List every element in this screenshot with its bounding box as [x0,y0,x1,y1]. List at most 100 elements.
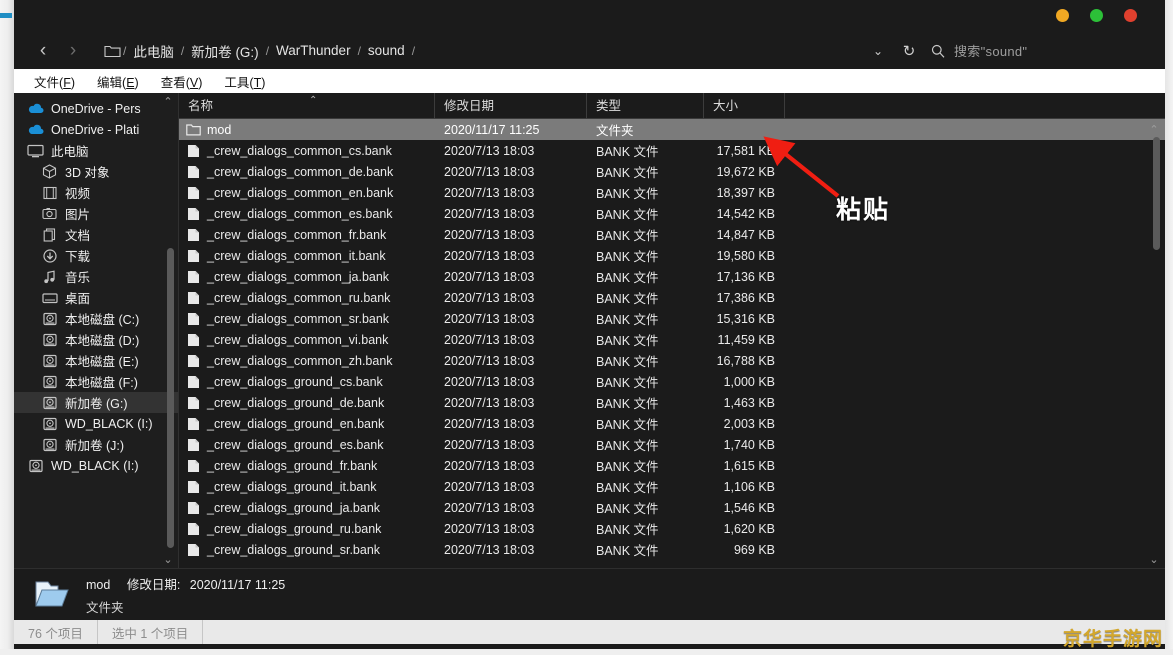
sort-ascending-icon: ⌃ [309,93,317,114]
filelist-scroll-down-icon[interactable]: ⌄ [1147,553,1161,566]
cell-name: _crew_dialogs_ground_it.bank [179,479,435,494]
table-row[interactable]: _crew_dialogs_common_de.bank2020/7/13 18… [179,161,1165,182]
sidebar-item-3[interactable]: 3D 对象 [14,161,178,182]
table-row[interactable]: _crew_dialogs_ground_ja.bank2020/7/13 18… [179,497,1165,518]
sidebar-item-5[interactable]: 图片 [14,203,178,224]
window-right-margin [1165,0,1173,655]
sidebar-item-label: 桌面 [65,288,90,307]
menu-item-file[interactable]: 文件(F) [23,72,86,91]
back-button[interactable]: ‹ [28,36,58,66]
table-row[interactable]: _crew_dialogs_common_en.bank2020/7/13 18… [179,182,1165,203]
sidebar-item-label: OneDrive - Pers [51,102,141,116]
sidebar-item-0[interactable]: OneDrive - Pers [14,98,178,119]
cell-date: 2020/7/13 18:03 [435,207,587,221]
cell-name: _crew_dialogs_ground_cs.bank [179,374,435,389]
breadcrumb-item-0[interactable]: 此电脑 [126,41,181,61]
breadcrumb-item-2[interactable]: WarThunder [269,43,358,58]
cell-size: 1,106 KB [704,480,785,494]
breadcrumb-separator: / [412,44,415,58]
search-icon [931,44,945,58]
table-row[interactable]: _crew_dialogs_ground_cs.bank2020/7/13 18… [179,371,1165,392]
table-row[interactable]: _crew_dialogs_common_ru.bank2020/7/13 18… [179,287,1165,308]
sidebar-item-16[interactable]: 新加卷 (J:) [14,434,178,455]
sidebar-item-8[interactable]: 音乐 [14,266,178,287]
table-row[interactable]: _crew_dialogs_common_vi.bank 2020/7/13 18… [179,329,1165,350]
cell-name: _crew_dialogs_common_en.bank [179,185,435,200]
menu-item-edit[interactable]: 编辑(E) [86,72,150,91]
file-name: _crew_dialogs_common_vi.bank [207,333,388,347]
table-row[interactable]: _crew_dialogs_common_ja.bank2020/7/13 18… [179,266,1165,287]
sidebar-item-17[interactable]: WD_BLACK (I:) [14,455,178,476]
breadcrumb-item-3[interactable]: sound [361,43,412,58]
table-row[interactable]: _crew_dialogs_ground_de.bank2020/7/13 18… [179,392,1165,413]
table-row[interactable]: _crew_dialogs_common_cs.bank2020/7/13 18… [179,140,1165,161]
column-header-date[interactable]: 修改日期 [435,93,587,119]
sidebar-item-label: WD_BLACK (I:) [51,459,139,473]
sidebar-scrollbar-thumb[interactable] [167,248,174,548]
table-row[interactable]: _crew_dialogs_common_zh.bank2020/7/13 18… [179,350,1165,371]
breadcrumb[interactable]: / 此电脑 / 新加卷 (G:) / WarThunder / sound / [104,41,415,61]
refresh-icon[interactable]: ↻ [893,32,925,69]
table-row[interactable]: _crew_dialogs_common_sr.bank2020/7/13 18… [179,308,1165,329]
file-icon [186,395,201,410]
sidebar-item-13[interactable]: 本地磁盘 (F:) [14,371,178,392]
titlebar [14,0,1165,32]
table-row[interactable]: _crew_dialogs_ground_fr.bank2020/7/13 18… [179,455,1165,476]
search-input[interactable]: 搜索"sound" [925,38,1155,64]
cell-size: 11,459 KB [704,333,785,347]
column-header-name[interactable]: 名称 ⌃ [179,93,435,119]
sidebar-scroll-up-icon[interactable]: ⌃ [161,95,175,108]
cell-name: _crew_dialogs_ground_sr.bank [179,542,435,557]
breadcrumb-item-1[interactable]: 新加卷 (G:) [184,41,266,61]
cell-type: BANK 文件 [587,477,704,496]
sidebar-item-12[interactable]: 本地磁盘 (E:) [14,350,178,371]
file-icon [186,437,201,452]
chevron-down-icon[interactable]: ⌄ [863,32,893,69]
sidebar-item-7[interactable]: 下载 [14,245,178,266]
forward-button[interactable]: › [58,36,88,66]
cell-type: BANK 文件 [587,351,704,370]
filelist-scroll-up-icon[interactable]: ⌃ [1147,123,1161,136]
menu-item-tools[interactable]: 工具(T) [213,72,276,91]
table-row[interactable]: _crew_dialogs_ground_sr.bank2020/7/13 18… [179,539,1165,560]
file-icon [186,269,201,284]
table-row[interactable]: _crew_dialogs_common_it.bank2020/7/13 18… [179,245,1165,266]
column-header-type[interactable]: 类型 [587,93,704,119]
details-date-label: 修改日期: [127,578,180,592]
sidebar-scroll-down-icon[interactable]: ⌄ [161,553,175,566]
cell-type: BANK 文件 [587,246,704,265]
sidebar-item-4[interactable]: 视频 [14,182,178,203]
onedrive-icon [26,101,45,117]
close-button[interactable] [1124,9,1137,22]
table-row[interactable]: _crew_dialogs_ground_ru.bank2020/7/13 18… [179,518,1165,539]
menu-item-view[interactable]: 查看(V) [150,72,214,91]
sidebar-item-10[interactable]: 本地磁盘 (C:) [14,308,178,329]
cell-date: 2020/7/13 18:03 [435,333,587,347]
table-row[interactable]: _crew_dialogs_ground_es.bank2020/7/13 18… [179,434,1165,455]
maximize-button[interactable] [1090,9,1103,22]
sidebar-item-11[interactable]: 本地磁盘 (D:) [14,329,178,350]
minimize-button[interactable] [1056,9,1069,22]
sidebar-item-6[interactable]: 文档 [14,224,178,245]
status-filler [203,620,1165,644]
file-name: _crew_dialogs_ground_it.bank [207,480,377,494]
sidebar-item-14[interactable]: 新加卷 (G:) [14,392,178,413]
menu-bar: 文件(F) 编辑(E) 查看(V) 工具(T) [14,69,1165,93]
cell-date: 2020/7/13 18:03 [435,228,587,242]
table-row[interactable]: _crew_dialogs_ground_it.bank2020/7/13 18… [179,476,1165,497]
filelist-scrollbar-thumb[interactable] [1153,137,1160,250]
sidebar-item-15[interactable]: WD_BLACK (I:) [14,413,178,434]
table-row[interactable]: mod2020/11/17 11:25文件夹 [179,119,1165,140]
file-icon [186,143,201,158]
file-icon [186,374,201,389]
sidebar-item-1[interactable]: OneDrive - Plati [14,119,178,140]
cell-date: 2020/7/13 18:03 [435,438,587,452]
table-row[interactable]: _crew_dialogs_ground_en.bank2020/7/13 18… [179,413,1165,434]
sidebar-item-9[interactable]: 桌面 [14,287,178,308]
table-row[interactable]: _crew_dialogs_common_fr.bank2020/7/13 18… [179,224,1165,245]
column-header-size[interactable]: 大小 [704,93,785,119]
sidebar-item-2[interactable]: 此电脑 [14,140,178,161]
file-icon [186,164,201,179]
table-row[interactable]: _crew_dialogs_common_es.bank2020/7/13 18… [179,203,1165,224]
file-list-pane: 名称 ⌃ 修改日期 类型 大小 mod2020/11/17 11:25文件夹_c… [179,93,1165,568]
